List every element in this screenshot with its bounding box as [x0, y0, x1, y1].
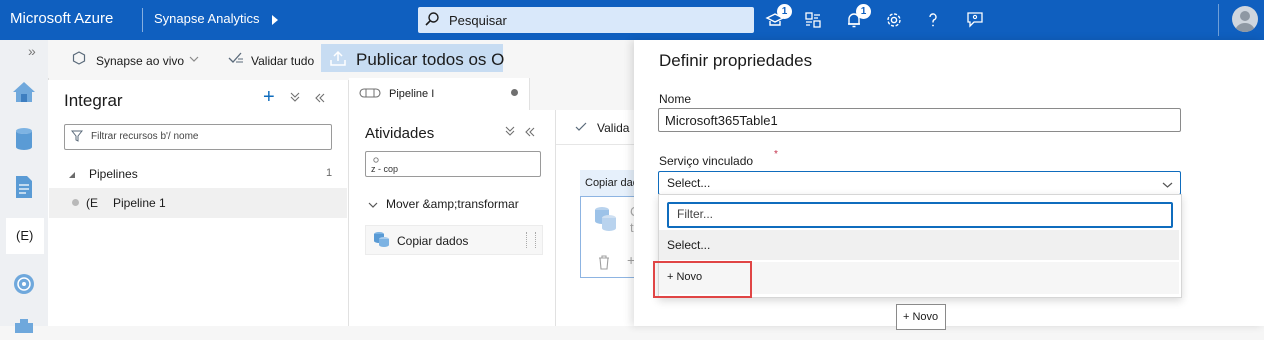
copy-data-icon [592, 205, 618, 236]
develop-icon[interactable] [10, 173, 38, 201]
filter-resources-input[interactable]: Filtrar recursos b'/ nome [64, 124, 332, 150]
linked-service-select[interactable]: Select... [658, 171, 1181, 195]
help-icon[interactable] [922, 9, 944, 31]
validate-all-button[interactable]: Validar tudo [251, 54, 314, 68]
left-rail: » (E) [0, 40, 49, 333]
select-value: Select... [667, 176, 711, 190]
collapse-all-icon[interactable] [505, 125, 515, 140]
copy-data-activity[interactable]: Copiar dados [365, 225, 543, 255]
monitor-icon[interactable] [10, 270, 38, 298]
pipeline-name: Pipeline 1 [113, 196, 166, 210]
collapse-all-icon[interactable] [290, 91, 300, 106]
collapse-panel-icon[interactable] [524, 126, 536, 140]
add-resource-icon[interactable]: + [263, 86, 275, 109]
synapse-live-icon [72, 51, 86, 68]
home-icon[interactable] [10, 78, 38, 106]
linked-service-label: Serviço vinculado [659, 154, 754, 168]
header-divider [142, 8, 143, 32]
filter-placeholder: Filtrar recursos b'/ nome [91, 131, 199, 142]
activity-category[interactable]: Mover &amp;transformar [386, 197, 519, 211]
data-icon[interactable] [10, 125, 38, 153]
unsaved-dot-icon [72, 199, 79, 206]
brand-title[interactable]: Microsoft Azure [10, 10, 113, 27]
filter-placeholder: Filter... [677, 207, 714, 221]
avatar[interactable] [1232, 6, 1258, 32]
collapse-panel-icon[interactable] [314, 92, 326, 106]
properties-title: Definir propriedades [659, 51, 813, 70]
gear-icon[interactable] [883, 9, 905, 31]
delete-icon[interactable] [598, 255, 610, 273]
notification-badge: 1 [777, 4, 792, 19]
activities-search-value: z - cop [371, 164, 399, 174]
expand-triangle-icon[interactable] [68, 168, 76, 182]
required-mark: * [774, 149, 778, 160]
copy-data-label: Copiar dados [397, 234, 469, 248]
unsaved-dot-icon [511, 89, 518, 96]
search-placeholder: Pesquisar [449, 13, 507, 28]
notification-badge: 1 [856, 4, 871, 19]
directory-icon[interactable] [802, 9, 824, 31]
tab-pipeline[interactable]: Pipeline I [349, 78, 530, 110]
chevron-down-icon [1162, 178, 1173, 192]
live-mode-button[interactable]: Synapse ao vivo [96, 54, 184, 68]
account-divider [1218, 4, 1219, 36]
tab-label: Pipeline I [389, 88, 435, 100]
search-icon [424, 11, 440, 30]
pipelines-count: 1 [326, 167, 333, 179]
dropdown-filter-input[interactable]: Filter... [667, 202, 1173, 228]
canvas-toolbar: Valida [556, 110, 636, 145]
upload-icon [329, 49, 347, 70]
breadcrumb-chevron-icon[interactable] [272, 15, 278, 25]
integrate-nav-selected[interactable]: (E) [6, 218, 44, 254]
node-header: Copiar dados [580, 170, 650, 197]
validate-icon [575, 121, 587, 135]
expand-rail-icon[interactable]: » [28, 43, 36, 59]
name-field[interactable]: Microsoft365Table1 [658, 108, 1181, 132]
activities-panel [349, 110, 556, 326]
publish-all-button[interactable]: Publicar todos os O [321, 44, 505, 72]
pipeline-prefix: (E [86, 196, 98, 210]
feedback-icon[interactable] [964, 9, 986, 31]
integrate-title: Integrar [64, 91, 123, 110]
manage-icon[interactable] [10, 312, 38, 340]
chevron-down-icon[interactable] [368, 198, 378, 212]
new-linked-service-button[interactable]: + Novo [896, 304, 946, 330]
product-name[interactable]: Synapse Analytics [154, 11, 260, 26]
name-label: Nome [659, 92, 692, 106]
dropdown-option-select[interactable]: Select... [659, 230, 1179, 260]
pipelines-group-label[interactable]: Pipelines [89, 167, 138, 181]
search-box[interactable]: Pesquisar [418, 7, 754, 33]
option-label: Select... [667, 238, 711, 252]
activities-title: Atividades [365, 125, 435, 142]
bell-icon[interactable]: 1 [843, 4, 871, 31]
validate-button[interactable]: Valida [597, 121, 629, 135]
filter-icon [70, 130, 84, 145]
publish-all-label: Publicar todos os O [356, 50, 505, 69]
drag-handle-icon[interactable] [526, 232, 536, 248]
chevron-down-icon[interactable] [189, 52, 199, 66]
name-value: Microsoft365Table1 [665, 113, 778, 128]
validate-icon [228, 51, 244, 68]
activities-search-input[interactable]: z - cop [365, 151, 541, 177]
cloud-shell-icon[interactable]: 1 [764, 4, 792, 31]
integrate-label: (E) [16, 228, 34, 243]
highlight-box [653, 261, 752, 298]
new-button-label: + Novo [903, 311, 939, 323]
pipeline-icon [359, 87, 381, 102]
copy-data-icon [372, 230, 390, 251]
